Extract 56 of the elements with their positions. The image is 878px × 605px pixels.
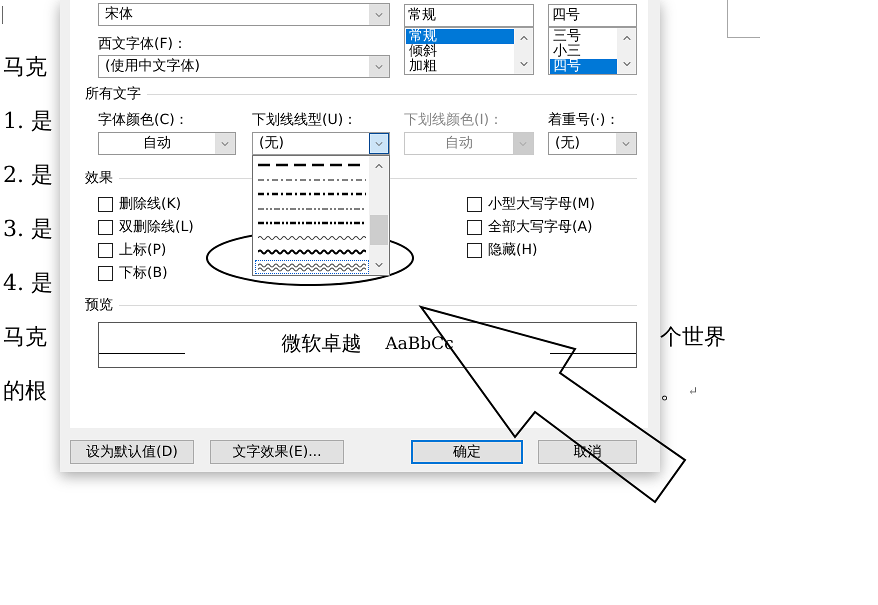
document-text: 2. 是	[3, 162, 53, 190]
scrollbar[interactable]	[617, 28, 636, 74]
document-text: 马克	[3, 324, 47, 352]
scroll-thumb[interactable]	[370, 215, 388, 245]
dialog-button[interactable]: 设为默认值(D)	[70, 440, 194, 464]
checkbox[interactable]	[98, 266, 113, 281]
field-label: 下划线线型(U)：	[252, 111, 358, 130]
checkbox-label: 下标(B)	[119, 264, 168, 283]
dialog-button[interactable]: 文字效果(E)...	[210, 440, 344, 464]
checkbox[interactable]	[467, 243, 482, 258]
document-text: 。	[660, 378, 682, 406]
field-label: 着重号(·)：	[548, 111, 620, 130]
color-combo[interactable]: 自动	[98, 132, 236, 155]
list-option[interactable]: 四号	[550, 59, 617, 74]
checkbox-label: 删除线(K)	[119, 195, 182, 214]
preview-text: 微软卓越	[281, 332, 362, 354]
checkbox-label: 上标(P)	[119, 241, 166, 260]
scrollbar[interactable]	[514, 28, 533, 74]
document-text: 马克	[3, 54, 47, 82]
checkbox[interactable]	[98, 197, 113, 212]
section-title: 所有文字	[85, 85, 141, 104]
checkbox[interactable]	[467, 197, 482, 212]
checkbox[interactable]	[98, 220, 113, 235]
checkbox-label: 隐藏(H)	[488, 241, 538, 260]
dialog-button[interactable]: 确定	[411, 440, 523, 464]
style-field[interactable]: 常规	[404, 4, 534, 27]
checkbox-label: 双删除线(L)	[119, 218, 194, 237]
checkbox[interactable]	[467, 220, 482, 235]
document-text: 的根	[3, 378, 47, 406]
section-title: 预览	[85, 296, 113, 315]
paragraph-mark: ↵	[688, 383, 698, 400]
font-combo[interactable]: 宋体	[98, 3, 390, 26]
field-label: 字体颜色(C)：	[98, 111, 190, 130]
size-field[interactable]: 四号	[548, 4, 637, 27]
list-option[interactable]: 小三	[550, 44, 617, 59]
list-option[interactable]: 三号	[550, 29, 617, 44]
list-option[interactable]: 倾斜	[406, 44, 514, 59]
document-text: 个世界	[660, 324, 726, 352]
list-option[interactable]: 加粗	[406, 59, 514, 74]
document-text: 3. 是	[3, 216, 53, 244]
list-option[interactable]: 常规	[406, 29, 514, 44]
line-style-option[interactable]	[255, 260, 369, 274]
page-corner-mark	[727, 0, 760, 38]
checkbox-label: 小型大写字母(M)	[488, 195, 596, 214]
style-combo[interactable]: (无)	[252, 132, 390, 155]
checkbox[interactable]	[98, 243, 113, 258]
style-combo[interactable]: (无)	[548, 132, 637, 155]
document-text: 1. 是	[3, 108, 53, 136]
text-cursor	[2, 6, 3, 24]
font-combo[interactable]: (使用中文字体)	[98, 55, 390, 78]
field-label: 下划线颜色(I)：	[404, 111, 504, 130]
field-label: 西文字体(F)：	[98, 35, 188, 54]
checkbox-label: 全部大写字母(A)	[488, 218, 593, 237]
section-title: 效果	[85, 169, 113, 188]
document-text: 4. 是	[3, 270, 53, 298]
scrollbar[interactable]	[369, 156, 389, 275]
